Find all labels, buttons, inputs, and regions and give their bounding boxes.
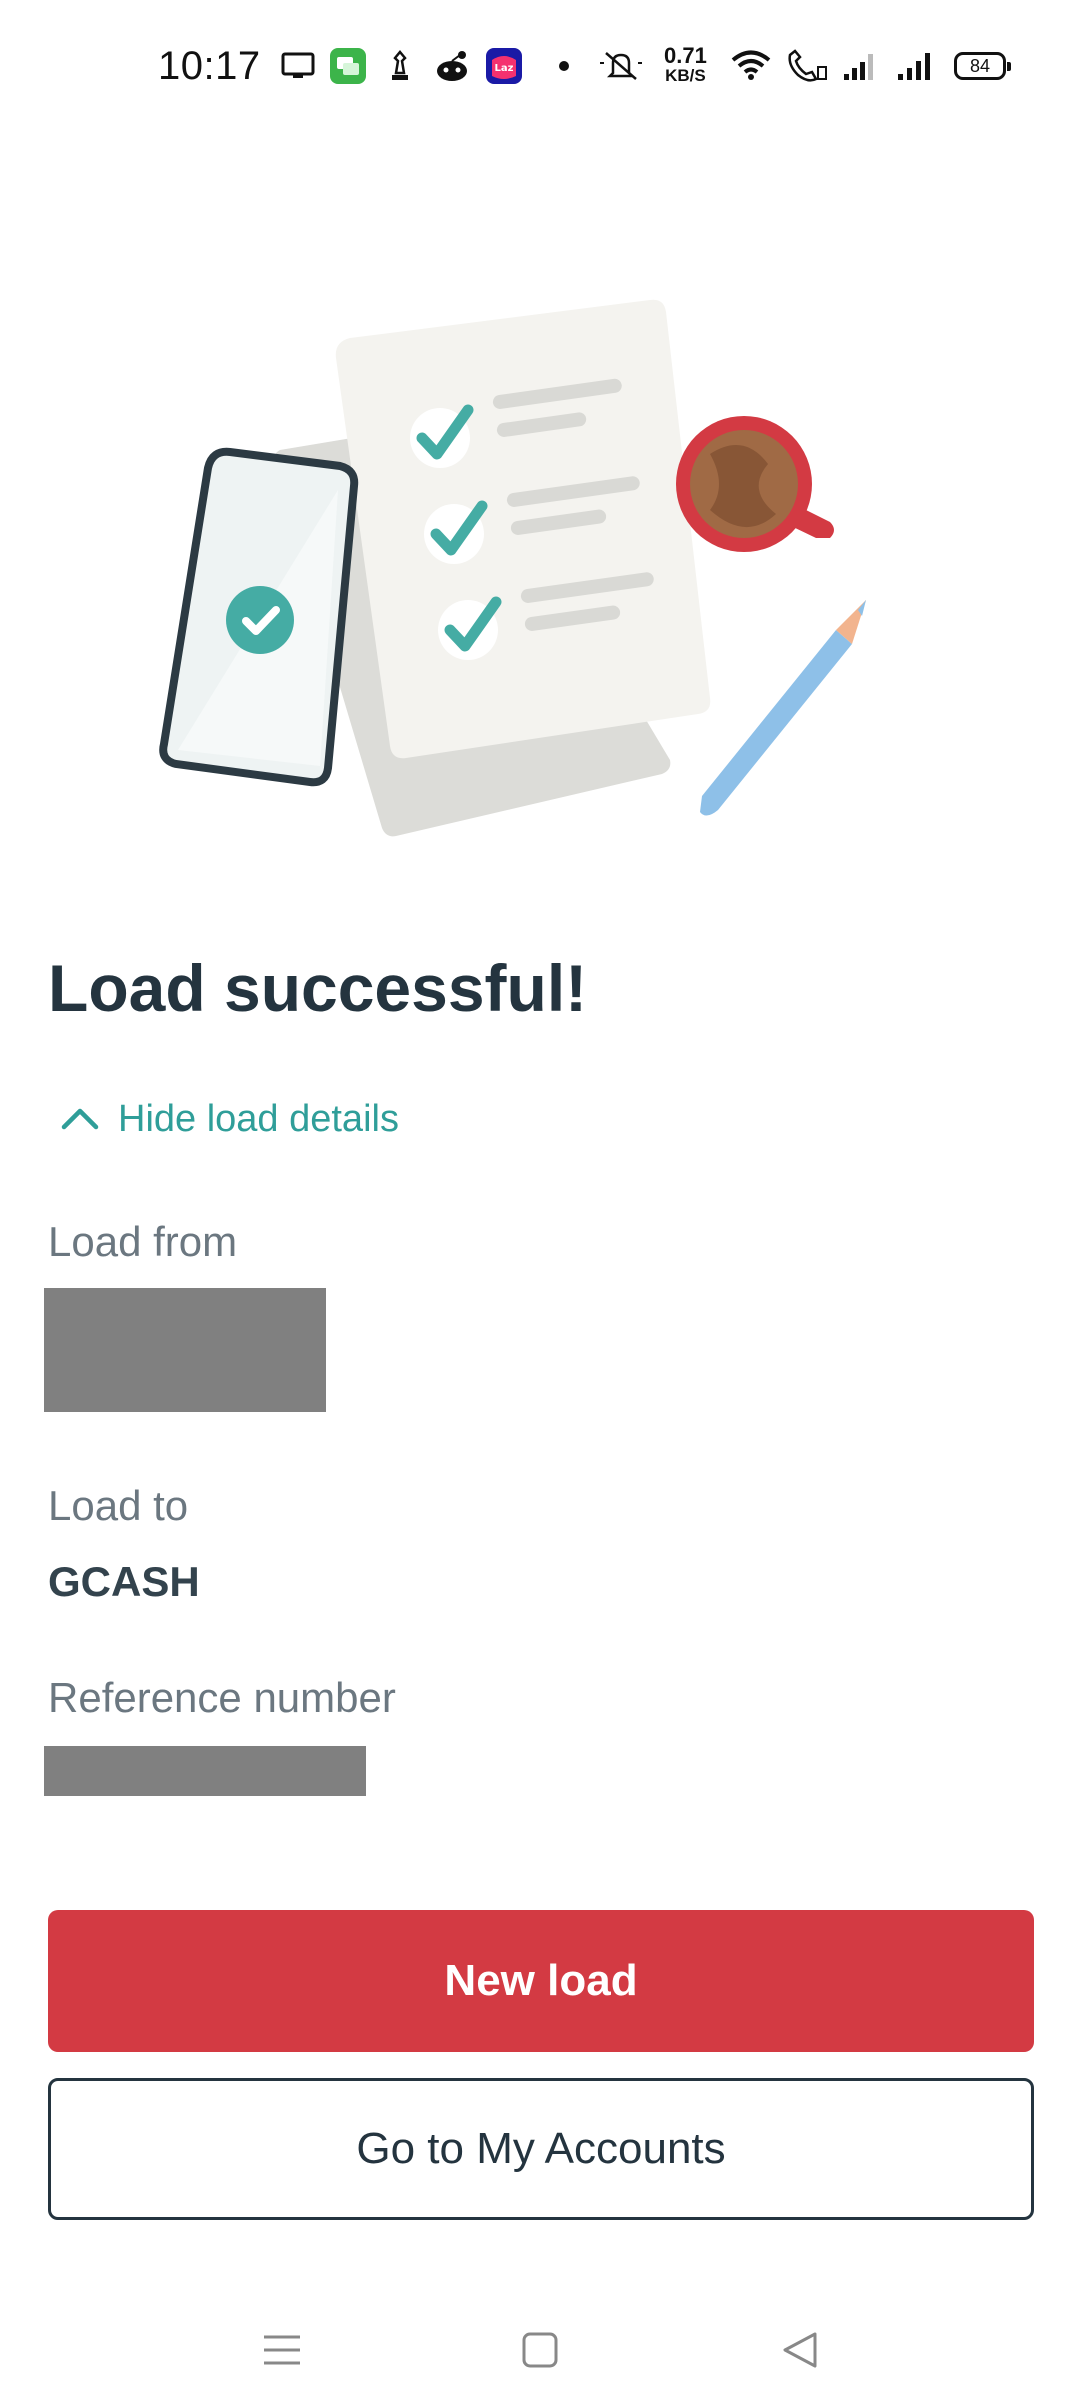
back-icon[interactable] — [760, 2310, 840, 2390]
status-bar: 10:17 Laz 0.71 KB/S 84 — [0, 0, 1080, 136]
battery-icon: 84 — [954, 52, 1011, 80]
mute-icon — [596, 46, 646, 86]
home-icon[interactable] — [500, 2310, 580, 2390]
signal-1-icon — [840, 46, 880, 86]
network-speed: 0.71 KB/S — [664, 43, 707, 86]
load-from-value-redacted — [44, 1288, 326, 1412]
chevron-up-icon — [60, 1098, 100, 1141]
status-time: 10:17 — [158, 44, 261, 88]
load-to-label: Load to — [48, 1482, 189, 1529]
load-from-label: Load from — [48, 1218, 238, 1265]
network-speed-value: 0.71 — [664, 43, 707, 68]
reference-number-value-redacted — [44, 1746, 366, 1796]
success-illustration — [150, 290, 870, 850]
wifi-call-icon — [782, 46, 830, 86]
dot-icon — [552, 46, 576, 86]
screen-icon — [278, 46, 318, 86]
hide-details-toggle[interactable]: Hide load details — [60, 1098, 399, 1141]
new-load-button[interactable]: New load — [48, 1910, 1034, 2052]
signal-2-icon — [894, 46, 936, 86]
network-speed-unit: KB/S — [665, 66, 706, 85]
coffee-mug-icon — [676, 416, 834, 552]
svg-text:Laz: Laz — [495, 63, 514, 74]
wifi-icon — [728, 46, 774, 86]
page-title: Load successful! — [48, 951, 588, 1025]
messages-icon — [328, 46, 368, 86]
battery-level: 84 — [969, 56, 991, 76]
go-to-my-accounts-button[interactable]: Go to My Accounts — [48, 2078, 1034, 2220]
reference-number-label: Reference number — [48, 1674, 396, 1721]
load-to-value: GCASH — [48, 1558, 200, 1605]
reddit-icon — [432, 46, 472, 86]
lazada-icon: Laz — [484, 46, 524, 86]
phone-icon — [159, 447, 359, 787]
menu-icon[interactable] — [242, 2310, 322, 2390]
chess-icon — [382, 46, 418, 86]
pencil-icon — [700, 600, 866, 816]
hide-details-label: Hide load details — [118, 1098, 399, 1140]
